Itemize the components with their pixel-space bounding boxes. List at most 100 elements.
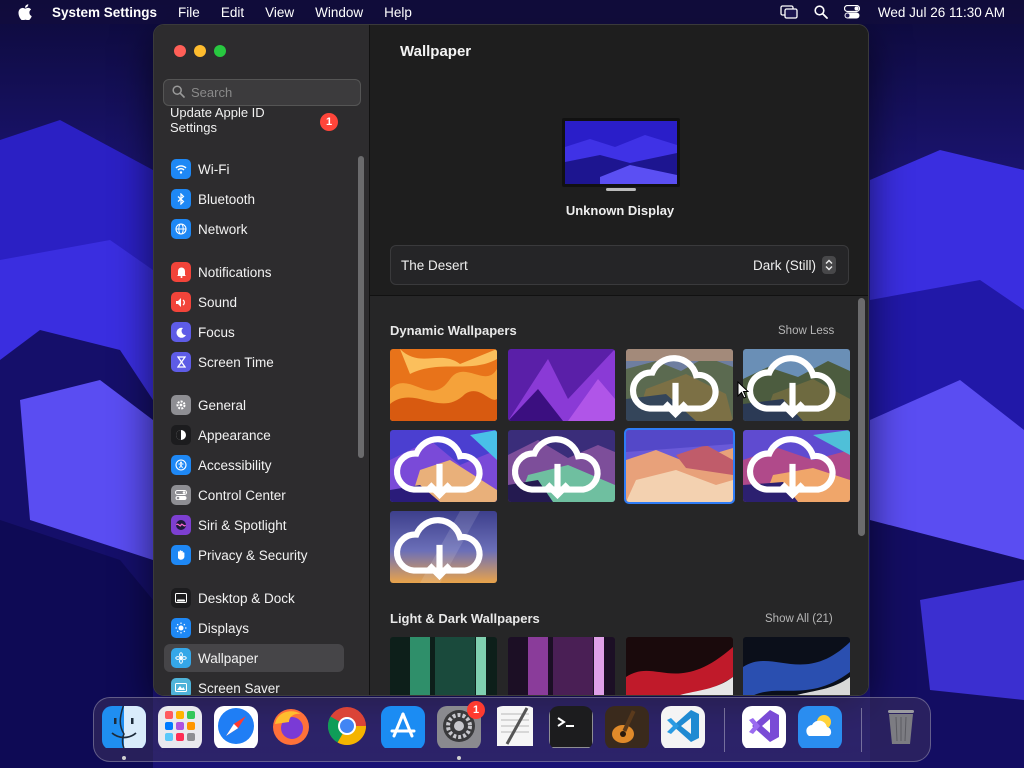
dock-textedit[interactable] bbox=[493, 706, 537, 750]
menu-edit[interactable]: Edit bbox=[221, 5, 244, 20]
download-cloud-icon bbox=[746, 355, 836, 419]
dock-garageband[interactable] bbox=[605, 706, 649, 750]
menu-file[interactable]: File bbox=[178, 5, 200, 20]
sidebar-item-control-center[interactable]: Control Center bbox=[164, 481, 344, 509]
wallpaper-thumb-catalina-evening[interactable] bbox=[626, 349, 733, 421]
wallpaper-thumb-imac-green[interactable] bbox=[390, 637, 497, 695]
sidebar-item-general[interactable]: General bbox=[164, 391, 344, 419]
hourglass-icon bbox=[171, 352, 191, 372]
appearance-mode-value[interactable]: Dark (Still) bbox=[753, 258, 816, 273]
dock: 1 bbox=[93, 697, 931, 762]
visual-studio-icon bbox=[742, 706, 786, 750]
minimize-window-button[interactable] bbox=[194, 45, 206, 57]
sidebar-item-label: Network bbox=[198, 221, 248, 237]
bluetooth-icon bbox=[171, 189, 191, 209]
sidebar-item-label: Wallpaper bbox=[198, 650, 259, 666]
wallpaper-thumb-big-sur-mountains[interactable] bbox=[508, 430, 615, 502]
gallery-scrollbar[interactable] bbox=[858, 298, 865, 536]
system-settings-window: Update Apple ID Settings 1 Wi-Fi Bluetoot… bbox=[153, 24, 869, 696]
menubar-clock[interactable]: Wed Jul 26 11:30 AM bbox=[878, 5, 1005, 20]
download-cloud-icon bbox=[746, 436, 836, 500]
dock-finder[interactable] bbox=[102, 706, 146, 750]
dock-chrome[interactable] bbox=[325, 706, 369, 750]
apple-id-update-item[interactable]: Update Apple ID Settings 1 bbox=[170, 107, 350, 139]
dock-trash[interactable] bbox=[879, 706, 923, 750]
siri-icon bbox=[171, 515, 191, 535]
sidebar-item-siri-spotlight[interactable]: Siri & Spotlight bbox=[164, 511, 344, 539]
textedit-icon bbox=[493, 706, 537, 750]
sidebar: Update Apple ID Settings 1 Wi-Fi Bluetoot… bbox=[154, 25, 370, 695]
sidebar-item-label: Control Center bbox=[198, 487, 286, 503]
control-center-icon bbox=[171, 485, 191, 505]
dock-separator bbox=[861, 708, 862, 752]
sidebar-item-bluetooth[interactable]: Bluetooth bbox=[164, 185, 344, 213]
sidebar-scrollbar[interactable] bbox=[358, 156, 364, 458]
display-name: Unknown Display bbox=[565, 203, 675, 218]
wallpaper-thumb-the-desert-selected[interactable] bbox=[624, 428, 735, 504]
wallpaper-icon bbox=[171, 648, 191, 668]
speaker-icon bbox=[171, 292, 191, 312]
search-input[interactable] bbox=[191, 85, 351, 100]
sidebar-item-wallpaper[interactable]: Wallpaper bbox=[164, 644, 344, 672]
apple-id-update-label: Update Apple ID Settings bbox=[170, 107, 265, 135]
running-indicator bbox=[457, 756, 461, 760]
dock-app-store[interactable] bbox=[381, 706, 425, 750]
sidebar-item-label: Accessibility bbox=[198, 457, 272, 473]
sidebar-item-accessibility[interactable]: Accessibility bbox=[164, 451, 344, 479]
show-all-link[interactable]: Show All (21) bbox=[765, 613, 833, 625]
show-less-link[interactable]: Show Less bbox=[778, 325, 834, 337]
sidebar-item-desktop-dock[interactable]: Desktop & Dock bbox=[164, 584, 344, 612]
dock-weather[interactable] bbox=[798, 706, 842, 750]
garageband-icon bbox=[605, 706, 649, 750]
wallpaper-thumb-ventura-purple[interactable] bbox=[508, 349, 615, 421]
mode-popup-chevron-icon[interactable] bbox=[822, 256, 836, 274]
dock-launchpad[interactable] bbox=[158, 706, 202, 750]
dock-firefox[interactable] bbox=[269, 706, 313, 750]
menu-view[interactable]: View bbox=[265, 5, 294, 20]
sidebar-search[interactable] bbox=[163, 79, 361, 106]
wallpaper-thumb-big-sur-coast[interactable] bbox=[743, 430, 850, 502]
menu-app-name[interactable]: System Settings bbox=[52, 5, 157, 20]
section-title-light-dark: Light & Dark Wallpapers bbox=[390, 611, 540, 626]
wallpaper-gallery: Dynamic Wallpapers Show Less Light & Dar… bbox=[370, 296, 868, 695]
sun-icon bbox=[171, 618, 191, 638]
menu-window[interactable]: Window bbox=[315, 5, 363, 20]
running-indicator bbox=[122, 756, 126, 760]
wallpaper-thumb-macos-blue[interactable] bbox=[743, 637, 850, 695]
control-center-icon[interactable] bbox=[843, 5, 860, 19]
spotlight-search-icon[interactable] bbox=[814, 5, 828, 19]
wallpaper-thumb-macos-red[interactable] bbox=[626, 637, 733, 695]
download-cloud-icon bbox=[393, 517, 483, 581]
launchpad-icon bbox=[158, 706, 202, 750]
wallpaper-thumb-ventura-orange[interactable] bbox=[390, 349, 497, 421]
sidebar-item-privacy-security[interactable]: Privacy & Security bbox=[164, 541, 344, 569]
sidebar-item-label: Screen Saver bbox=[198, 680, 280, 696]
sidebar-item-displays[interactable]: Displays bbox=[164, 614, 344, 642]
dock-vscode[interactable] bbox=[661, 706, 705, 750]
sidebar-item-network[interactable]: Network bbox=[164, 215, 344, 243]
sidebar-item-screen-time[interactable]: Screen Time bbox=[164, 348, 344, 376]
dock-visual-studio[interactable] bbox=[742, 706, 786, 750]
sidebar-item-appearance[interactable]: Appearance bbox=[164, 421, 344, 449]
screen-mirroring-icon[interactable] bbox=[780, 5, 798, 19]
menu-help[interactable]: Help bbox=[384, 5, 412, 20]
vscode-icon bbox=[661, 706, 705, 750]
wallpaper-thumb-big-sur-graphic[interactable] bbox=[390, 430, 497, 502]
dock-safari[interactable] bbox=[214, 706, 258, 750]
zoom-window-button[interactable] bbox=[214, 45, 226, 57]
dock-terminal[interactable] bbox=[549, 706, 593, 750]
dock-notification-badge: 1 bbox=[467, 701, 485, 719]
sidebar-item-wi-fi[interactable]: Wi-Fi bbox=[164, 155, 344, 183]
wallpaper-thumb-catalina-day[interactable] bbox=[743, 349, 850, 421]
sidebar-item-label: Notifications bbox=[198, 264, 272, 280]
sidebar-item-notifications[interactable]: Notifications bbox=[164, 258, 344, 286]
globe-icon bbox=[171, 219, 191, 239]
sidebar-item-screen-saver[interactable]: Screen Saver bbox=[164, 674, 344, 696]
wallpaper-thumb-imac-purple[interactable] bbox=[508, 637, 615, 695]
close-window-button[interactable] bbox=[174, 45, 186, 57]
apple-menu-icon[interactable] bbox=[18, 1, 38, 23]
wallpaper-thumb-gradient-sunrise[interactable] bbox=[390, 511, 497, 583]
sidebar-item-sound[interactable]: Sound bbox=[164, 288, 344, 316]
safari-icon bbox=[214, 706, 258, 750]
sidebar-item-focus[interactable]: Focus bbox=[164, 318, 344, 346]
